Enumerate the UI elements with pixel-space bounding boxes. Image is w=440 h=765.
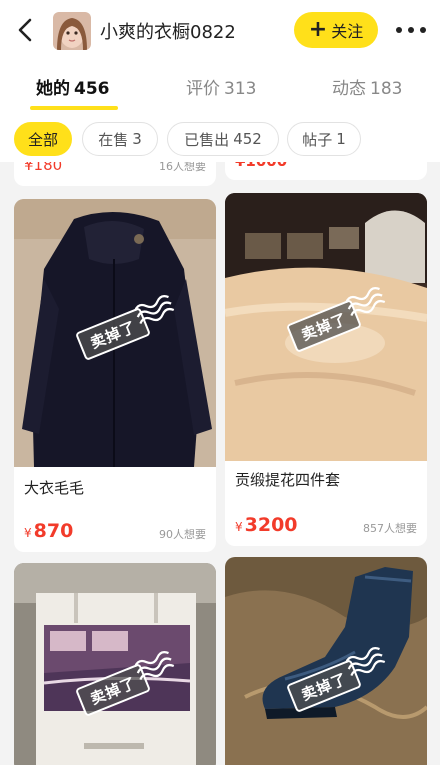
item-want-count: 857人想要 [363,522,417,535]
filter-count: 3 [132,130,142,148]
filter-posts[interactable]: 帖子 1 [287,122,361,156]
follow-button[interactable]: + 关注 [294,12,378,48]
filter-count: 452 [233,130,262,148]
filter-label: 在售 [98,130,129,149]
price-value: 3200 [244,514,298,536]
item-price: ¥3200 [235,514,298,536]
item-card-partial[interactable]: ¥180 16人想要 [14,162,216,186]
filter-label: 已售出 [184,130,230,149]
item-price: ¥180 [24,162,63,174]
more-icon[interactable] [396,20,426,40]
plus-icon: + [308,17,328,42]
item-image [14,563,216,765]
tab-reviews[interactable]: 评价 313 [186,74,256,99]
sold-stamp: 卖掉了 [285,647,386,714]
item-title: 贡缎提花四件套 [235,471,341,489]
tab-label: 动态 [332,79,366,99]
profile-tabs: 她的 456 评价 313 动态 183 [0,60,440,114]
currency-symbol: ¥ [24,526,32,540]
sold-stamp: 卖掉了 [285,287,386,354]
item-want-count: 16人想要 [159,162,206,173]
tab-count: 313 [224,79,257,99]
filter-bar: 全部 在售 3 已售出 452 帖子 1 [0,114,440,162]
tab-count: 456 [74,79,110,99]
follow-label: 关注 [331,22,364,41]
filter-label: 帖子 [302,130,333,149]
item-price: ¥870 [24,520,73,542]
shop-name: 小爽的衣橱0822 [100,22,236,43]
filter-all[interactable]: 全部 [14,122,72,156]
item-card[interactable]: 卖掉了 大衣毛毛 ¥870 90人想要 [14,199,216,552]
avatar[interactable] [53,12,91,50]
filter-count: 1 [336,130,346,148]
currency-symbol: ¥ [235,520,243,534]
back-arrow-icon[interactable] [12,16,40,44]
filter-on-sale[interactable]: 在售 3 [82,122,158,156]
price-value: 870 [33,520,74,542]
tab-label: 评价 [186,79,220,99]
item-card[interactable]: 卖掉了 [14,563,216,765]
shop-header: 小爽的衣橱0822 + 关注 [0,0,440,60]
item-card[interactable]: 卖掉了 贡缎提花四件套 ¥3200 857人想要 [225,193,427,546]
active-tab-indicator [30,106,118,110]
sold-stamp: 卖掉了 [74,295,175,362]
item-feed[interactable]: ¥180 16人想要 ¥1000 卖掉了 大衣毛毛 ¥870 90 [0,162,440,765]
item-price: ¥1000 [235,162,287,170]
item-image [225,557,427,765]
item-card-partial[interactable]: ¥1000 [225,162,427,180]
tab-label: 她的 [36,79,70,99]
sold-stamp: 卖掉了 [74,651,175,718]
tab-activity[interactable]: 动态 183 [332,74,402,99]
item-card[interactable]: 卖掉了 [225,557,427,765]
tab-hers[interactable]: 她的 456 [36,74,110,99]
item-title: 大衣毛毛 [24,479,85,497]
filter-sold[interactable]: 已售出 452 [167,122,279,156]
tab-count: 183 [370,79,403,99]
item-want-count: 90人想要 [159,528,206,541]
filter-label: 全部 [27,130,58,149]
